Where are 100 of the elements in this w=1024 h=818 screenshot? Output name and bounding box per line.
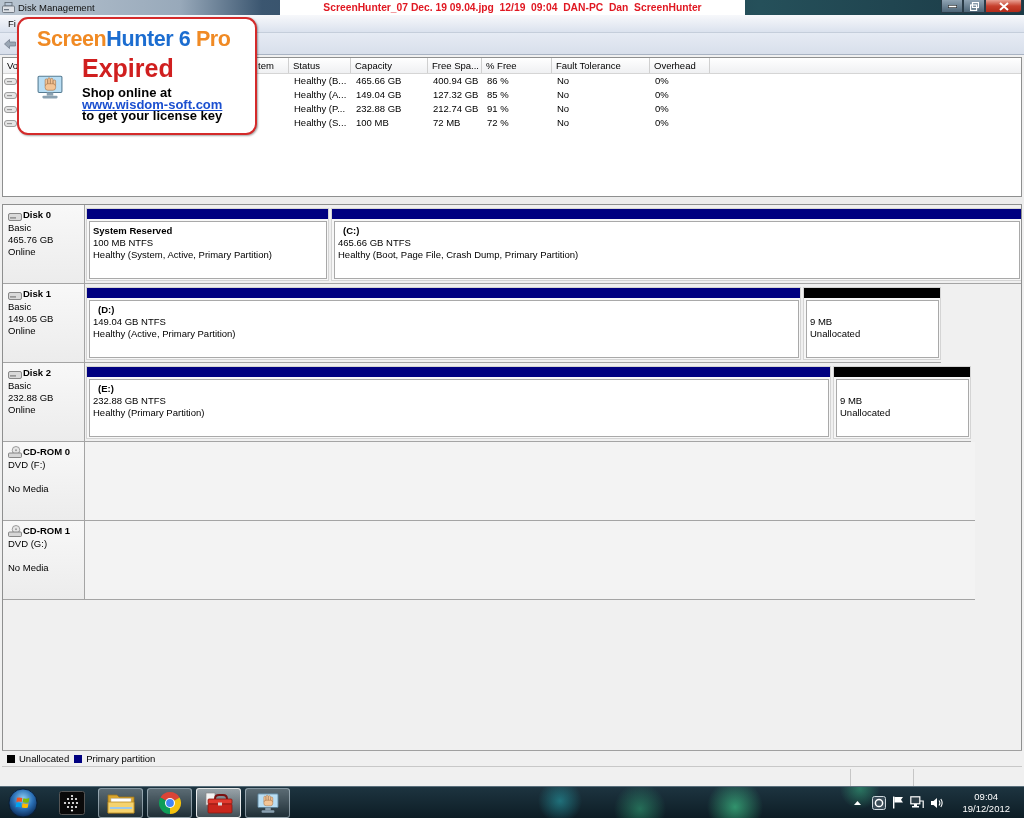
table-cell-text: 100 MB xyxy=(355,116,390,130)
disk-name: CD-ROM 0 xyxy=(23,446,70,458)
disk-drive-icon xyxy=(8,213,22,221)
window-title: Disk Management xyxy=(18,2,95,13)
optical-drive-icon xyxy=(8,525,22,537)
disk-label-panel[interactable]: Disk 0 Basic 465.76 GB Online xyxy=(3,205,85,283)
minimize-button[interactable] xyxy=(941,0,963,13)
table-cell-text: 465.66 GB xyxy=(355,74,403,88)
disk-size: 465.76 GB xyxy=(8,234,55,246)
disk-label-panel[interactable]: Disk 1 Basic 149.05 GB Online xyxy=(3,284,85,362)
network-icon[interactable] xyxy=(910,796,925,809)
partition-status: Healthy (Boot, Page File, Crash Dump, Primary Partition) xyxy=(338,249,580,261)
disk-type: Basic xyxy=(8,301,33,313)
partition-size: 232.88 GB NTFS xyxy=(93,395,167,407)
disk-label-panel[interactable]: CD-ROM 0 DVD (F:) No Media xyxy=(3,442,85,520)
partition-status: Healthy (Primary Partition) xyxy=(93,407,206,419)
restore-button[interactable] xyxy=(963,0,985,13)
optical-drive-icon xyxy=(8,446,22,458)
disk-name: Disk 1 xyxy=(23,288,51,300)
disk-name: Disk 2 xyxy=(23,367,51,379)
disk-type: DVD (G:) xyxy=(8,538,49,550)
disk-status: Online xyxy=(8,325,37,337)
disk-drive-icon xyxy=(8,292,22,300)
partition-size: 9 MB xyxy=(810,316,834,328)
ring-icon[interactable] xyxy=(872,795,887,810)
disk-label-panel[interactable]: CD-ROM 1 DVD (G:) No Media xyxy=(3,521,85,599)
arrow-left-icon xyxy=(4,38,16,49)
disk-size: 149.05 GB xyxy=(8,313,55,325)
partition-size: 149.04 GB NTFS xyxy=(93,316,167,328)
disk-type: Basic xyxy=(8,380,33,392)
taskbar-button[interactable] xyxy=(245,787,290,818)
drive-letter: (D:) xyxy=(98,304,115,316)
partition-panel[interactable]: (D:) 149.04 GB NTFS Healthy (Active, Primary Partition) xyxy=(86,287,801,360)
table-cell-text: 400.94 GB xyxy=(432,74,480,88)
table-cell-text: 232.88 GB xyxy=(355,102,403,116)
flag-icon[interactable] xyxy=(892,796,905,809)
minimize-icon xyxy=(947,4,957,8)
menu-item[interactable]: Fi xyxy=(5,16,19,31)
toolbox-icon xyxy=(204,791,233,814)
notice-text: to get your license key xyxy=(82,110,223,122)
column-header[interactable]: Capacity xyxy=(351,58,428,73)
partition-status: Unallocated xyxy=(810,328,862,340)
partition-status: Healthy (Active, Primary Partition) xyxy=(93,328,237,340)
table-cell-text: 86 % xyxy=(486,74,510,88)
disk-status: Online xyxy=(8,246,37,258)
partition-panel[interactable]: 9 MB Unallocated xyxy=(833,366,971,439)
table-cell-text: 212.74 GB xyxy=(432,102,480,116)
caret-up-icon xyxy=(853,800,861,805)
speaker-icon[interactable] xyxy=(930,796,945,809)
disk-type: Basic xyxy=(8,222,33,234)
table-cell-text: 85 % xyxy=(486,88,510,102)
expired-label: Expired xyxy=(82,55,174,82)
table-cell-text: 0% xyxy=(654,74,670,88)
column-header[interactable]: Free Spa... xyxy=(428,58,482,73)
clock-button[interactable]: 09:04 19/12/2012 xyxy=(962,790,1010,815)
start-orb-icon xyxy=(8,787,38,818)
dotted-square-icon xyxy=(58,790,85,815)
table-cell-text: Healthy (S... xyxy=(293,116,348,130)
close-button[interactable] xyxy=(985,0,1022,13)
back-button[interactable] xyxy=(3,36,17,51)
taskbar-button[interactable] xyxy=(98,787,143,818)
column-header[interactable]: Overhead xyxy=(650,58,710,73)
drive-letter: (C:) xyxy=(343,225,360,237)
notice-text: Shop online at xyxy=(82,87,172,99)
table-cell-text: 0% xyxy=(654,116,670,130)
table-cell-text: Healthy (B... xyxy=(293,74,348,88)
legend-label: Primary partition xyxy=(86,753,156,764)
disk-status: No Media xyxy=(8,562,50,574)
column-header[interactable]: % Free xyxy=(482,58,552,73)
partition-size: 9 MB xyxy=(840,395,864,407)
hand-monitor-icon xyxy=(37,74,63,100)
hand-monitor-icon xyxy=(256,791,279,814)
close-icon xyxy=(998,1,1009,11)
table-cell-text: 72 % xyxy=(486,116,510,130)
segmented-circle-icon xyxy=(157,790,182,815)
partition-size: 465.66 GB NTFS xyxy=(338,237,412,249)
disk-name: Disk 0 xyxy=(23,209,51,221)
table-cell-text: 0% xyxy=(654,102,670,116)
column-header[interactable]: Status xyxy=(289,58,351,73)
column-header[interactable]: Fault Tolerance xyxy=(552,58,650,73)
table-cell-text: Healthy (P... xyxy=(293,102,347,116)
partition-panel[interactable]: (E:) 232.88 GB NTFS Healthy (Primary Partition) xyxy=(86,366,831,439)
partition-panel[interactable]: (C:) 465.66 GB NTFS Healthy (Boot, Page File, Crash Dump, Primary Partition) xyxy=(331,208,1021,281)
table-cell-text: Healthy (A... xyxy=(293,88,348,102)
partition-status: Healthy (System, Active, Primary Partition) xyxy=(93,249,273,261)
table-cell-text: 149.04 GB xyxy=(355,88,403,102)
table-cell-text: No xyxy=(556,102,571,116)
disk-type: DVD (F:) xyxy=(8,459,47,471)
folder-icon xyxy=(106,791,135,814)
taskbar-button[interactable] xyxy=(147,787,192,818)
disk-status: No Media xyxy=(8,483,50,495)
partition-panel[interactable]: 9 MB Unallocated xyxy=(803,287,941,360)
column-header[interactable]: tem xyxy=(258,58,274,73)
table-cell-text: No xyxy=(556,116,571,130)
drive-icon xyxy=(2,2,15,13)
legend-label: Unallocated xyxy=(19,753,70,764)
disk-status: Online xyxy=(8,404,37,416)
disk-name: CD-ROM 1 xyxy=(23,525,70,537)
partition-panel[interactable]: System Reserved 100 MB NTFS Healthy (System, Active, Primary Partition) xyxy=(86,208,329,281)
disk-label-panel[interactable]: Disk 2 Basic 232.88 GB Online xyxy=(3,363,85,441)
